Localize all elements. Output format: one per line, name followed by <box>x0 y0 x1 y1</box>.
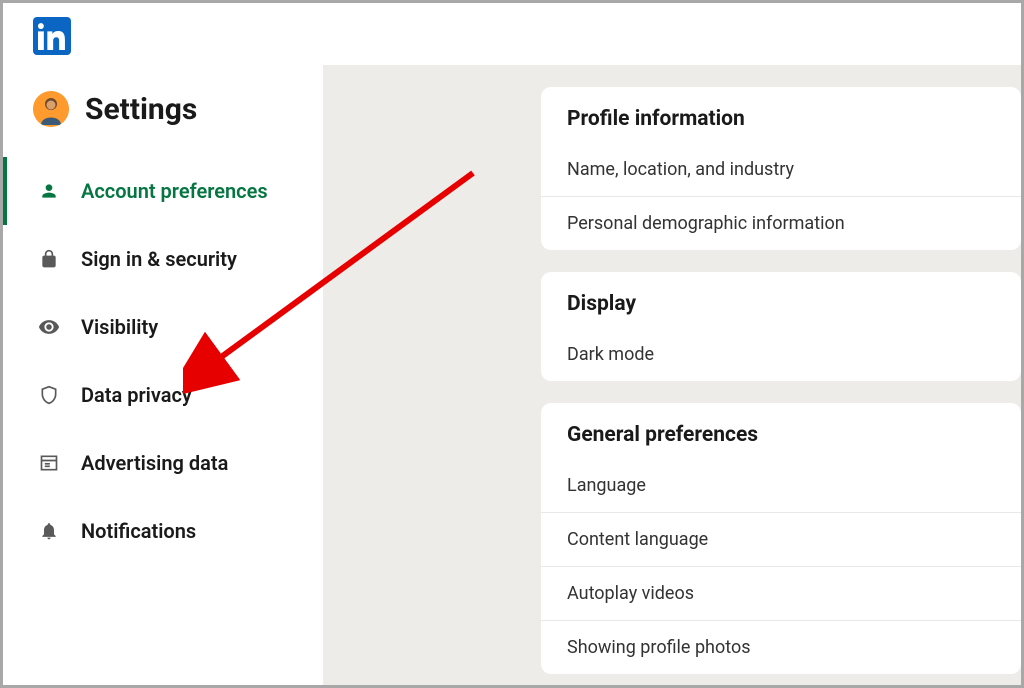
card-item[interactable]: Showing profile photos <box>541 620 1021 674</box>
sidebar-item-account-preferences[interactable]: Account preferences <box>3 157 323 225</box>
card-item[interactable]: Language <box>541 459 1021 512</box>
main-panel: Profile information Name, location, and … <box>323 65 1021 685</box>
newspaper-icon <box>37 451 61 475</box>
linkedin-icon <box>38 22 66 50</box>
card-item[interactable]: Dark mode <box>541 328 1021 381</box>
card-item[interactable]: Content language <box>541 512 1021 566</box>
card-title: Profile information <box>541 87 1021 143</box>
card-profile-information: Profile information Name, location, and … <box>541 87 1021 250</box>
card-title: Display <box>541 272 1021 328</box>
bell-icon <box>37 519 61 543</box>
sidebar-item-visibility[interactable]: Visibility <box>3 293 323 361</box>
shield-icon <box>37 383 61 407</box>
settings-header: Settings <box>3 91 323 157</box>
sidebar-item-notifications[interactable]: Notifications <box>3 497 323 565</box>
card-display: Display Dark mode <box>541 272 1021 381</box>
avatar-image <box>33 91 69 127</box>
sidebar-item-label: Data privacy <box>81 383 192 407</box>
card-title: General preferences <box>541 403 1021 459</box>
card-item[interactable]: Name, location, and industry <box>541 143 1021 196</box>
header <box>3 3 1021 65</box>
card-item[interactable]: Autoplay videos <box>541 566 1021 620</box>
lock-icon <box>37 247 61 271</box>
sidebar-item-label: Sign in & security <box>81 247 237 271</box>
sidebar-item-label: Notifications <box>81 519 196 543</box>
sidebar-item-label: Advertising data <box>81 451 228 475</box>
sidebar-item-advertising-data[interactable]: Advertising data <box>3 429 323 497</box>
linkedin-logo[interactable] <box>33 17 71 55</box>
sidebar-item-sign-in-security[interactable]: Sign in & security <box>3 225 323 293</box>
person-icon <box>37 179 61 203</box>
sidebar: Settings Account preferences Sign in & s… <box>3 65 323 685</box>
page-title: Settings <box>85 92 197 127</box>
eye-icon <box>37 315 61 339</box>
sidebar-item-label: Visibility <box>81 315 158 339</box>
card-general-preferences: General preferences Language Content lan… <box>541 403 1021 674</box>
sidebar-item-data-privacy[interactable]: Data privacy <box>3 361 323 429</box>
card-item[interactable]: Personal demographic information <box>541 196 1021 250</box>
avatar[interactable] <box>33 91 69 127</box>
sidebar-item-label: Account preferences <box>81 179 268 203</box>
